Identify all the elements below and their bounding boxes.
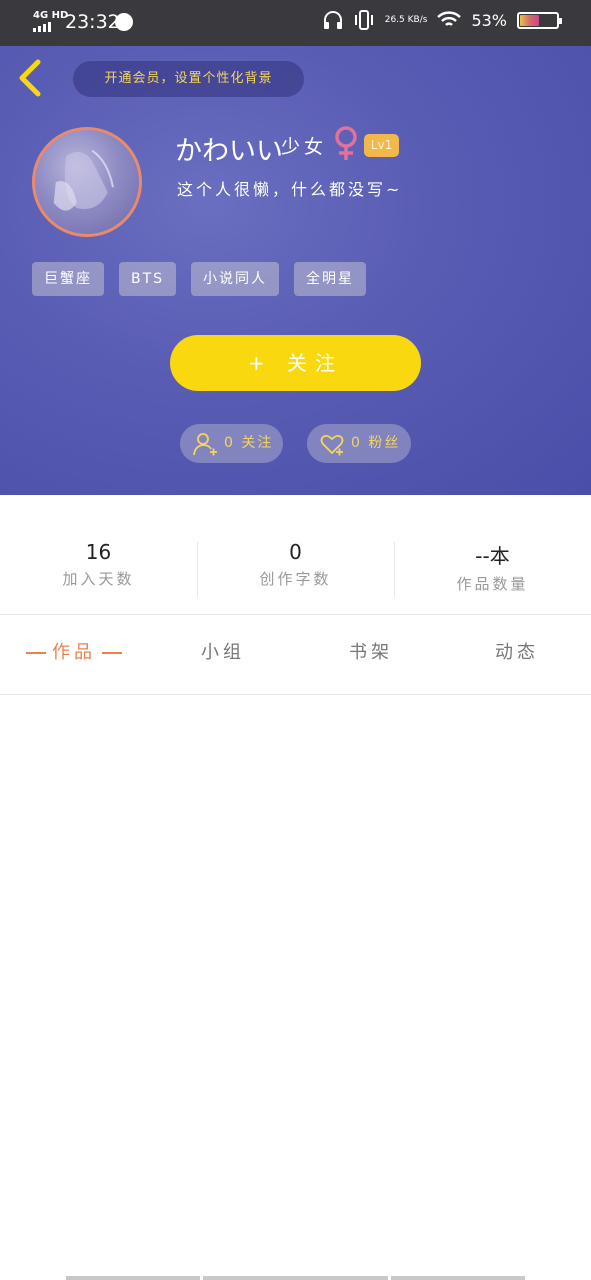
status-right: 26.5 KB/s 53% xyxy=(323,10,562,30)
female-icon xyxy=(335,126,357,160)
status-bar: 4G HD 23:32 26.5 KB/s 53% xyxy=(0,0,591,46)
profile-header: 开通会员，设置个性化背景 かわいい 少女 Lv1 这个人很懒，什么都没写~ 巨蟹… xyxy=(0,46,591,495)
network-speed: 26.5 KB/s xyxy=(384,15,428,25)
stat-works-count: --本 作品数量 xyxy=(394,540,591,594)
profile-stats: 16 加入天数 0 创作字数 --本 作品数量 xyxy=(0,495,591,615)
profile-tabs: 作品 小组 书架 动态 xyxy=(0,615,591,695)
nav-gesture-bar xyxy=(66,1276,200,1280)
status-time: 23:32 xyxy=(65,11,120,33)
tab-groups[interactable]: 小组 xyxy=(201,615,245,695)
avatar-image xyxy=(53,149,115,211)
tag-item[interactable]: 小说同人 xyxy=(191,262,280,296)
tab-content xyxy=(0,696,591,1280)
back-button[interactable] xyxy=(16,58,46,98)
signature: 这个人很懒，什么都没写~ xyxy=(177,180,403,199)
active-indicator-right xyxy=(102,652,122,654)
follow-button[interactable]: + 关注 xyxy=(170,335,421,391)
nav-gesture-bar xyxy=(203,1276,388,1280)
nickname: かわいい xyxy=(175,136,283,167)
stat-value: 16 xyxy=(85,540,112,564)
tab-label: 作品 xyxy=(52,642,96,663)
fans-button[interactable]: 0 粉丝 xyxy=(307,424,411,463)
tag-item[interactable]: BTS xyxy=(119,262,177,296)
tag-list: 巨蟹座 BTS 小说同人 全明星 xyxy=(32,262,367,296)
battery-percent: 53% xyxy=(471,10,507,30)
heart-plus-icon xyxy=(320,434,344,455)
stat-label: 加入天数 xyxy=(62,570,135,588)
tab-label: 动态 xyxy=(495,642,539,663)
tab-activity[interactable]: 动态 xyxy=(495,615,539,695)
nav-gesture-bar xyxy=(391,1276,525,1280)
fans-count: 0 粉丝 xyxy=(351,435,401,451)
stat-value: 0 xyxy=(289,540,302,564)
chevron-left-icon xyxy=(19,59,41,97)
tab-label: 书架 xyxy=(349,642,393,663)
add-user-icon xyxy=(193,432,217,455)
following-button[interactable]: 0 关注 xyxy=(180,424,283,463)
battery-fill xyxy=(520,14,540,26)
stat-word-count: 0 创作字数 xyxy=(197,540,394,589)
vip-background-button[interactable]: 开通会员，设置个性化背景 xyxy=(73,61,304,97)
signal-icon xyxy=(33,22,51,32)
tab-bookshelf[interactable]: 书架 xyxy=(349,615,393,695)
vibrate-icon xyxy=(354,10,373,30)
following-count: 0 关注 xyxy=(224,435,274,451)
stat-days-joined: 16 加入天数 xyxy=(0,540,197,589)
battery-icon xyxy=(517,11,562,29)
tag-item[interactable]: 巨蟹座 xyxy=(32,262,104,296)
active-indicator-left xyxy=(26,652,46,654)
notification-icon xyxy=(115,13,133,31)
stat-value: --本 xyxy=(475,544,510,568)
nickname-suffix: 少女 xyxy=(281,136,328,158)
avatar[interactable] xyxy=(32,127,142,237)
headphones-icon xyxy=(323,11,342,29)
level-badge: Lv1 xyxy=(364,134,399,157)
stat-label: 作品数量 xyxy=(456,575,529,593)
tab-label: 小组 xyxy=(201,642,245,663)
tag-item[interactable]: 全明星 xyxy=(294,262,367,296)
tab-works[interactable]: 作品 xyxy=(20,615,128,695)
wifi-icon xyxy=(437,11,462,26)
network-indicator: 4G HD xyxy=(33,10,69,21)
stat-label: 创作字数 xyxy=(259,570,332,588)
